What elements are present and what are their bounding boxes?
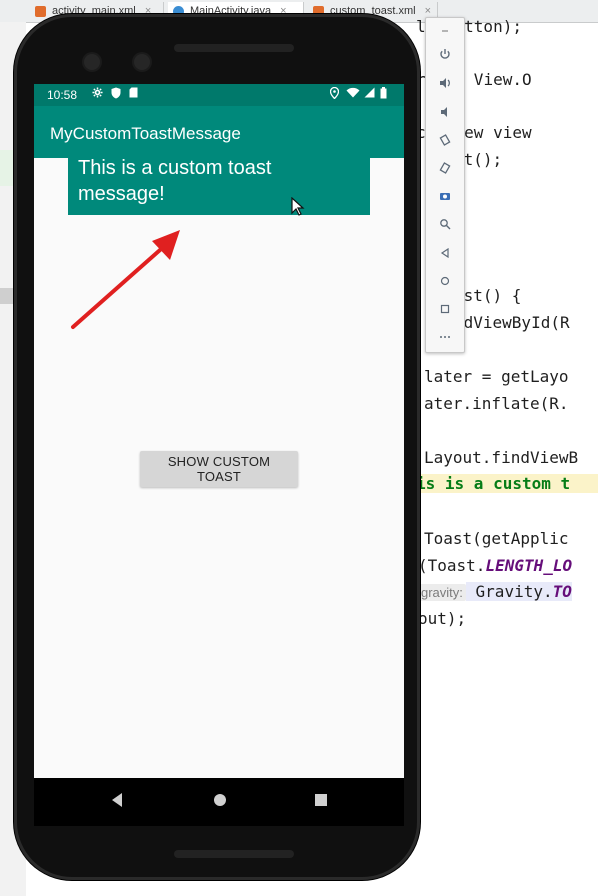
power-icon[interactable] [426,44,464,70]
code-line: gravity: Gravity.TO [418,582,572,601]
rotate-left-icon[interactable] [426,130,464,156]
home-icon[interactable] [212,792,228,812]
zoom-icon[interactable] [426,214,464,240]
volume-down-icon[interactable] [426,102,464,128]
bottom-speaker [174,850,294,858]
more-icon[interactable] [426,324,464,350]
code-line: (Toast.LENGTH_LO [418,556,573,575]
show-custom-toast-button[interactable]: SHOW CUSTOM TOAST [140,451,298,487]
status-time: 10:58 [47,88,78,102]
code-line: ndViewById(R [454,313,570,332]
battery-icon [380,87,387,102]
back-icon[interactable] [110,792,124,812]
back-icon[interactable] [426,242,464,268]
code-line: Toast(getApplic [424,529,569,548]
status-bar: 10:58 [34,84,404,106]
xml-file-icon [35,6,46,17]
signal-icon [363,87,375,101]
sensor [134,54,150,70]
rotate-right-icon[interactable] [426,158,464,184]
shield-icon [111,87,121,102]
code-line: ater.inflate(R. [424,394,569,413]
earpiece [174,44,294,52]
code-line: later = getLayo [424,367,569,386]
wifi-icon [346,87,360,101]
sd-card-icon [129,87,138,101]
device-screen: 10:58 MyCustomToastMessage This is a cus… [34,84,404,778]
code-line: Layout.findViewB [424,448,579,467]
overview-icon[interactable] [426,298,464,324]
app-title: MyCustomToastMessage [50,124,241,143]
front-camera [84,54,100,70]
close-icon[interactable] [426,20,464,46]
emulator-toolbar [425,17,465,353]
navigation-bar [34,778,404,826]
app-bar: MyCustomToastMessage [34,106,404,158]
code-line: out); [418,609,467,628]
code-line-highlighted: is is a custom t [416,474,598,493]
camera-icon[interactable] [426,186,464,212]
recents-icon[interactable] [314,792,328,812]
settings-icon [92,87,103,101]
parameter-hint: gravity: [418,584,466,601]
mouse-cursor-icon [291,197,305,216]
custom-toast: This is a custom toast message! [68,152,370,215]
location-icon [329,86,340,102]
volume-up-icon[interactable] [426,73,464,99]
home-icon[interactable] [426,270,464,296]
